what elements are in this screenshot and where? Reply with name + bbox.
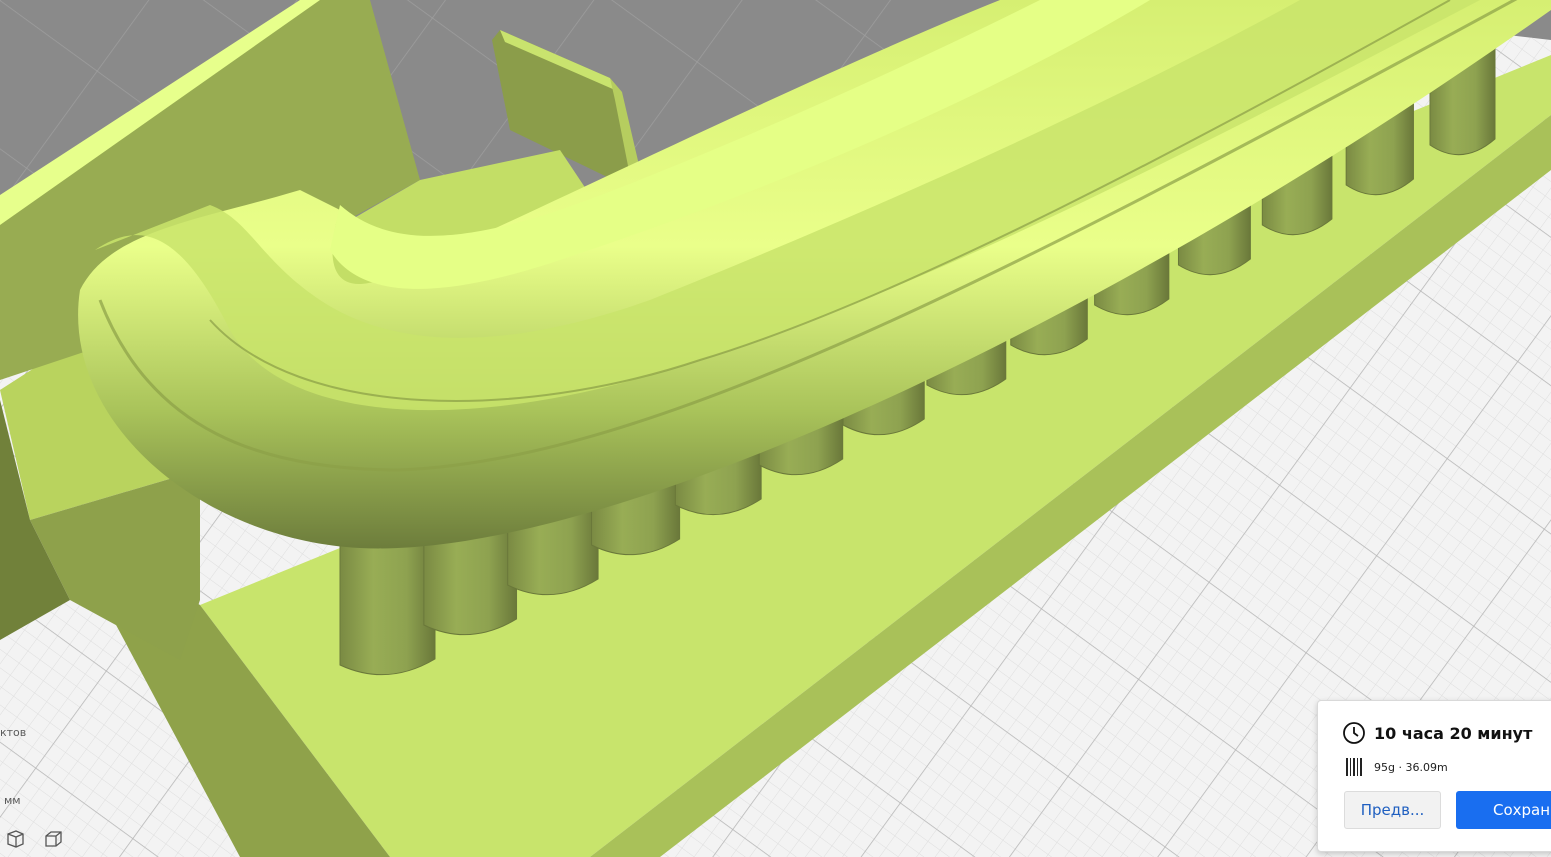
3d-view-icon[interactable] bbox=[4, 828, 26, 850]
clock-icon bbox=[1343, 722, 1365, 744]
preview-button[interactable]: Предв... bbox=[1344, 791, 1441, 829]
print-summary-panel: 10 часа 20 минут 95g · 36.09m Предв... С… bbox=[1317, 700, 1551, 852]
unit-label: мм bbox=[4, 794, 21, 807]
save-button[interactable]: Сохран bbox=[1456, 791, 1551, 829]
front-view-icon[interactable] bbox=[42, 828, 64, 850]
print-time: 10 часа 20 минут bbox=[1374, 723, 1533, 743]
objects-label: ктов bbox=[0, 726, 27, 739]
material-usage: 95g · 36.09m bbox=[1374, 760, 1448, 774]
spool-icon bbox=[1346, 758, 1362, 776]
model-column bbox=[339, 531, 436, 676]
